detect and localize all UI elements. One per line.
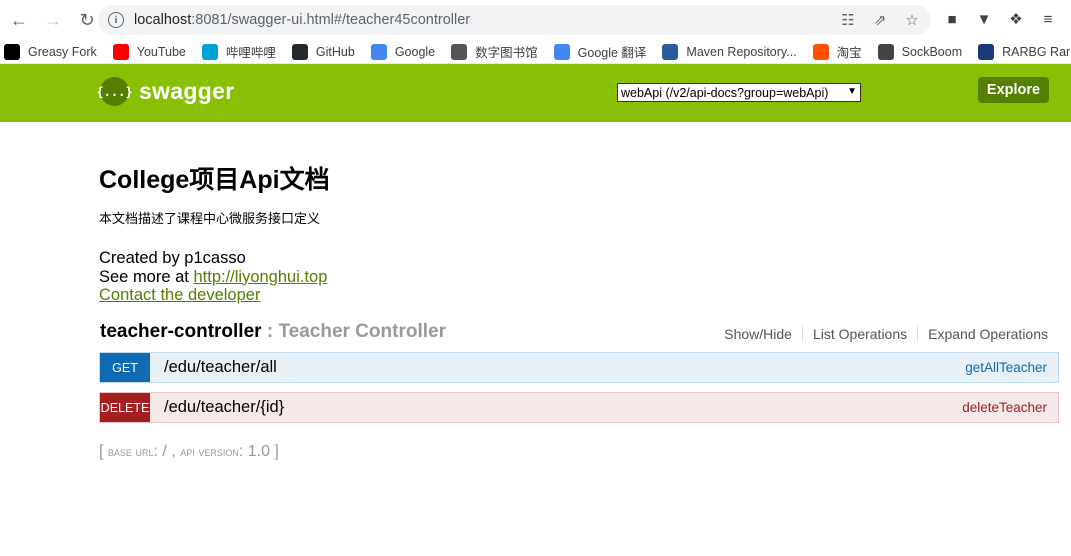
- base-url-value: : / ,: [153, 443, 181, 460]
- reading-list-icon[interactable]: ≡: [1039, 10, 1057, 28]
- api-version-label: api version: [180, 444, 239, 459]
- extensions-puzzle-icon[interactable]: ❖: [1007, 10, 1025, 28]
- operation-delete-teacher[interactable]: DELETE /edu/teacher/{id} deleteTeacher: [99, 392, 1059, 423]
- bookmark-item[interactable]: Google 翻译: [553, 42, 647, 61]
- base-url-label: base url: [107, 444, 154, 459]
- bookmark-label: RARBG Rarb: [1002, 44, 1071, 59]
- operation-path: /edu/teacher/{id}: [164, 398, 285, 416]
- bookmark-label: Google: [394, 44, 436, 59]
- bookmark-item[interactable]: GitHub: [291, 43, 355, 60]
- method-badge-get: GET: [100, 353, 150, 382]
- github-icon: [291, 43, 308, 60]
- bookmarks-bar: Greasy Fork YouTube 哔哩哔哩 GitHub Google 数字图书馆 G…: [0, 40, 1071, 64]
- bookmark-item[interactable]: Google: [370, 43, 436, 60]
- show-hide-link[interactable]: Show/Hide: [714, 326, 803, 342]
- resource-title[interactable]: teacher-controller : Teacher Controller: [100, 321, 446, 343]
- reload-icon[interactable]: ↻: [76, 9, 98, 31]
- operation-id[interactable]: getAllTeacher: [965, 360, 1047, 375]
- maven-icon: [662, 43, 679, 60]
- bookmark-label: 数字图书馆: [475, 46, 538, 60]
- share-icon[interactable]: ⇗: [871, 11, 889, 29]
- bookmark-item[interactable]: YouTube: [112, 43, 186, 60]
- library-icon: [451, 43, 468, 60]
- method-badge-delete: DELETE: [100, 393, 150, 422]
- bookmark-label: SockBoom: [901, 44, 963, 59]
- expand-operations-link[interactable]: Expand Operations: [918, 326, 1048, 342]
- google-translate-icon: [553, 43, 570, 60]
- api-info: College项目Api文档 本文档描述了课程中心微服务接口定义 Created…: [99, 160, 330, 305]
- bookmark-label: 哔哩哔哩: [225, 46, 276, 60]
- explore-button[interactable]: Explore: [978, 77, 1049, 103]
- bookmark-label: Maven Repository...: [686, 44, 797, 59]
- see-more: See more at http://liyonghui.top: [99, 267, 328, 286]
- bookmark-label: Google 翻译: [577, 46, 647, 60]
- bookmark-item[interactable]: Greasy Fork: [4, 43, 97, 60]
- list-operations-link[interactable]: List Operations: [803, 326, 919, 342]
- back-arrow-icon[interactable]: ←: [8, 9, 30, 31]
- forward-arrow-icon[interactable]: →: [42, 9, 64, 31]
- swagger-logo-text: swagger: [139, 78, 235, 104]
- swagger-logo[interactable]: {...} swagger: [96, 77, 235, 106]
- bookmark-item[interactable]: Maven Repository...: [662, 43, 797, 60]
- bookmark-label: 淘宝: [836, 46, 862, 60]
- chevron-down-icon: ▼: [847, 86, 857, 97]
- bookmark-label: GitHub: [315, 44, 355, 59]
- bookmark-item[interactable]: 哔哩哔哩: [201, 42, 276, 61]
- url-text: localhost:8081/swagger-ui.html#/teacher4…: [134, 12, 471, 28]
- translate-icon[interactable]: ☷: [839, 11, 857, 29]
- google-icon: [370, 43, 387, 60]
- bookmark-item[interactable]: 数字图书馆: [451, 42, 538, 61]
- swagger-logo-icon: {...}: [96, 77, 133, 106]
- api-version-value: : 1.0 ]: [238, 443, 279, 460]
- operation-id[interactable]: deleteTeacher: [962, 400, 1047, 415]
- greasyfork-icon: [4, 43, 20, 60]
- taobao-icon: [812, 43, 829, 60]
- bookmark-label: Greasy Fork: [28, 44, 97, 59]
- api-footer: [ base url: / , api version: 1.0 ]: [99, 443, 279, 460]
- sockboom-icon: [877, 43, 894, 60]
- bookmark-item[interactable]: RARBG Rarb: [978, 43, 1071, 60]
- resource-links: Show/Hide List Operations Expand Operati…: [714, 326, 1048, 342]
- api-description: 本文档描述了课程中心微服务接口定义: [99, 211, 321, 226]
- api-group-select[interactable]: webApi (/v2/api-docs?group=webApi) ▼: [617, 83, 861, 102]
- extension-tampermonkey-icon[interactable]: ■: [943, 10, 961, 28]
- bookmark-item[interactable]: 淘宝: [812, 42, 862, 61]
- youtube-icon: [112, 43, 129, 60]
- bookmark-label: YouTube: [136, 44, 186, 59]
- operation-path: /edu/teacher/all: [164, 358, 277, 376]
- created-by: Created by p1casso: [99, 249, 246, 267]
- bookmark-star-icon[interactable]: ☆: [903, 11, 921, 29]
- extension-v-icon[interactable]: ▼: [975, 10, 993, 28]
- contact-developer-link[interactable]: Contact the developer: [99, 286, 260, 304]
- operation-get-all-teacher[interactable]: GET /edu/teacher/all getAllTeacher: [99, 352, 1059, 383]
- swagger-header: {...} swagger webApi (/v2/api-docs?group…: [0, 64, 1071, 122]
- page-title: College项目Api文档: [99, 166, 330, 194]
- resource-teacher-controller: teacher-controller : Teacher Controller …: [99, 321, 1059, 423]
- address-bar[interactable]: i localhost:8081/swagger-ui.html#/teache…: [98, 5, 931, 35]
- browser-toolbar: ← → ↻ i localhost:8081/swagger-ui.html#/…: [0, 0, 1071, 40]
- bilibili-icon: [201, 43, 218, 60]
- rarbg-icon: [978, 43, 995, 60]
- see-more-link[interactable]: http://liyonghui.top: [193, 268, 327, 286]
- bookmark-item[interactable]: SockBoom: [877, 43, 963, 60]
- site-info-icon[interactable]: i: [108, 12, 124, 28]
